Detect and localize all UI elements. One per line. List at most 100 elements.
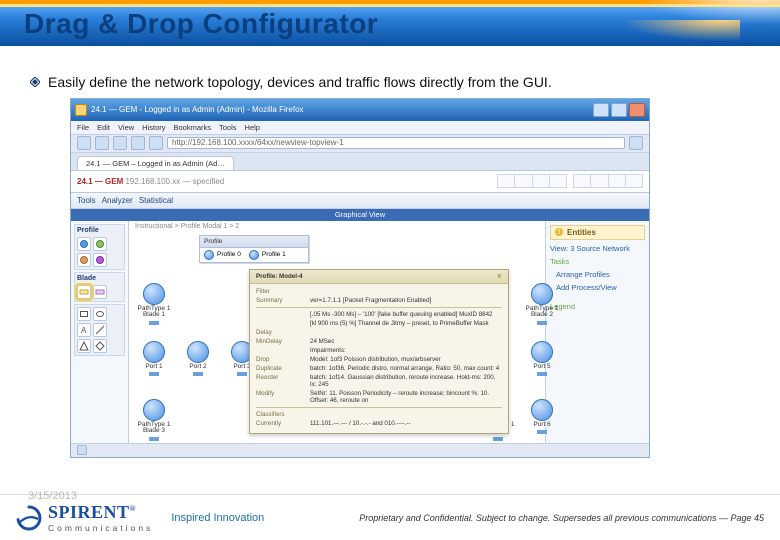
bullet-diamond-icon [30,77,40,87]
bullet-text: Easily define the network topology, devi… [48,74,552,92]
menu-bookmarks[interactable]: Bookmarks [174,123,212,132]
node-icon [143,399,165,421]
right-panel-header: ! Entities [550,225,645,240]
menu-edit[interactable]: Edit [97,123,110,132]
topology-node[interactable]: PathType 1 Blade 2 [525,283,559,325]
profile-icon[interactable] [77,237,91,251]
node-icon [531,341,553,363]
modal-row: Reorderbatch: 1of14. Gaussian distributi… [256,374,502,388]
modal-row: [kl 900 ms (5) %] Thannel de Jitmy – pre… [256,320,502,327]
forward-button[interactable] [95,136,109,150]
address-bar[interactable]: http://192.168.100.xxxx/64xx/newview-top… [167,137,625,149]
shape-tri-icon[interactable] [77,339,91,353]
right-panel-view[interactable]: View: 3 Source Network [550,244,645,253]
profile-icon[interactable] [93,253,107,267]
browser-tab[interactable]: 24.1 — GEM – Logged in as Admin (Ad… [77,156,234,170]
right-panel: ! Entities View: 3 Source Network Tasks … [545,221,649,443]
profile-detail-modal[interactable]: Profile: Model-4 ✕ FilterSummaryver=1.7.… [249,269,509,434]
topology-node[interactable]: Port 2 [181,341,215,377]
modal-row: Delay [256,329,502,336]
profile-box-header: Profile [200,236,308,248]
topology-node[interactable]: Port 5 [525,341,559,377]
window-title: 24.1 — GEM - Logged in as Admin (Admin) … [91,105,589,114]
topology-node[interactable]: Port 6 [525,399,559,435]
banner-swoosh-accent [520,20,740,46]
right-panel-legend-label: Legend [550,302,645,311]
shape-rect-icon[interactable] [77,307,91,321]
reload-button[interactable] [113,136,127,150]
confidential-line: Proprietary and Confidential. Subject to… [359,513,764,523]
warning-icon: ! [555,228,563,236]
line-icon[interactable] [93,323,107,337]
browser-menu-bar: File Edit View History Bookmarks Tools H… [71,121,649,135]
node-port-icon [149,372,159,376]
slide-date: 3/15/2013 [28,490,77,502]
menu-view[interactable]: View [118,123,134,132]
modal-row: DropModel: 1of3 Poisson distribution, mu… [256,356,502,363]
shape-diamond-icon[interactable] [93,339,107,353]
port-group-2 [573,174,643,188]
window-titlebar: 24.1 — GEM - Logged in as Admin (Admin) … [71,99,649,121]
node-port-icon [537,430,547,434]
close-button[interactable] [629,103,645,117]
graphical-view-title: Graphical View [71,209,649,221]
topology-node[interactable]: PathType 1 Blade 1 [137,283,171,325]
node-label: Port 2 [189,364,206,371]
toolbar-statistical[interactable]: Statistical [139,196,173,205]
node-icon [531,283,553,305]
node-label: Port 6 [533,422,550,429]
topology-node[interactable]: PathType 1 Blade 3 [137,399,171,441]
maximize-button[interactable] [611,103,627,117]
tool-palette: Profile Blade [71,221,129,443]
stop-button[interactable] [131,136,145,150]
blade-icon[interactable] [93,285,107,299]
toolbar-tools[interactable]: Tools [77,196,96,205]
modal-close-icon[interactable]: ✕ [497,273,502,280]
go-button[interactable] [629,136,643,150]
topology-node[interactable]: Port 1 [137,341,171,377]
modal-row: ModifySetNr: 11. Poisson Periodicity – r… [256,390,502,404]
toolbar-analyzer[interactable]: Analyzer [102,196,133,205]
node-icon [531,399,553,421]
slide-title: Drag & Drop Configurator [24,8,378,40]
port-group-1 [497,174,567,188]
app-logo-text: 24.1 — GEM 192.168.100.xx — specified [77,177,224,186]
app-header: 24.1 — GEM 192.168.100.xx — specified [71,171,649,193]
node-port-icon [537,321,547,325]
menu-file[interactable]: File [77,123,89,132]
node-port-icon [493,437,503,441]
back-button[interactable] [77,136,91,150]
slide-footer: SPIRENT® Communications Inspired Innovat… [0,494,780,540]
minimize-button[interactable] [593,103,609,117]
node-port-icon [537,372,547,376]
node-label: PathType 1 Blade 2 [525,306,559,319]
palette-section-blade: Blade [77,275,122,283]
task-arrange[interactable]: Arrange Profiles [556,270,645,279]
modal-row: Currently111.101.---.--- / 10.-.-.- and … [256,420,502,427]
port-status-panel [497,174,643,188]
browser-toolbar: http://192.168.100.xxxx/64xx/newview-top… [71,135,649,153]
node-port-icon [149,321,159,325]
profile-box[interactable]: Profile Profile 0 Profile 1 [199,235,309,263]
home-button[interactable] [149,136,163,150]
app-toolbar: Tools Analyzer Statistical [71,193,649,209]
node-label: PathType 1 Blade 1 [137,306,171,319]
menu-history[interactable]: History [142,123,165,132]
modal-row: Impairments: [256,347,502,354]
shape-oval-icon[interactable] [93,307,107,321]
node-icon [143,341,165,363]
profile-icon[interactable] [93,237,107,251]
modal-row: Duplicatebatch: 1of36. Periodic distro, … [256,365,502,372]
task-add[interactable]: Add Process/View [556,283,645,292]
menu-help[interactable]: Help [245,123,260,132]
brand-sub: Communications [48,523,153,533]
node-icon [143,283,165,305]
node-port-icon [193,372,203,376]
profile-icon[interactable] [77,253,91,267]
menu-tools[interactable]: Tools [219,123,237,132]
canvas-breadcrumb: Instructional > Profile Modal 1 > 2 [135,223,239,230]
topology-canvas[interactable]: Instructional > Profile Modal 1 > 2 Prof… [129,221,545,443]
text-icon[interactable]: A [77,323,91,337]
blade-icon[interactable] [77,285,91,299]
spirent-logo: SPIRENT® Communications [16,502,153,533]
